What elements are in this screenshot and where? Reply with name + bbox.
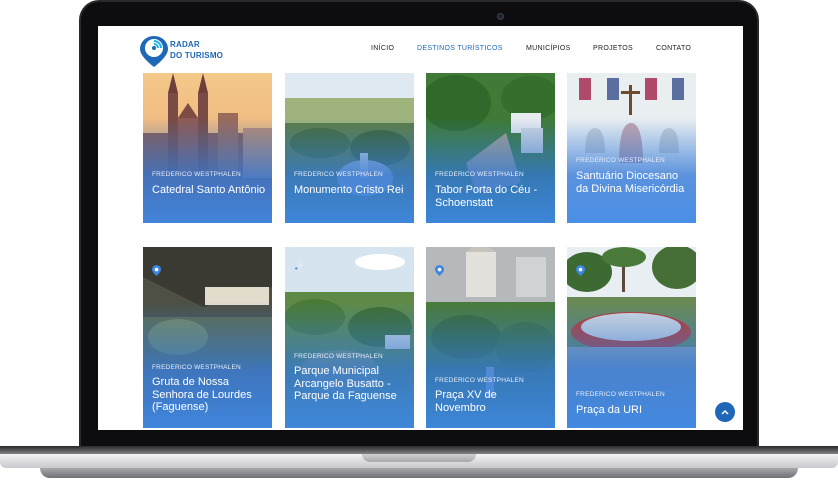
destination-card[interactable]: FREDERICO WESTPHALEN Santuário Diocesano…: [567, 73, 696, 223]
map-pin-icon: [152, 265, 161, 276]
destination-card[interactable]: FREDERICO WESTPHALEN Tabor Porta do Céu …: [426, 73, 555, 223]
laptop-mockup: FREDERICO WESTPHALEN Catedral Santo Antô…: [0, 0, 838, 481]
route-icon: [295, 263, 303, 270]
destination-card[interactable]: FREDERICO WESTPHALEN Praça XV de Novembr…: [426, 247, 555, 428]
card-title[interactable]: Tabor Porta do Céu - Schoenstatt: [435, 184, 549, 209]
nav-link-contato[interactable]: CONTATO: [656, 45, 691, 52]
map-pin-icon: [576, 265, 585, 276]
brand-name[interactable]: RADAR DO TURISMO: [170, 39, 223, 61]
destination-card[interactable]: FREDERICO WESTPHALEN Praça da URI: [567, 247, 696, 428]
browser-viewport: FREDERICO WESTPHALEN Catedral Santo Antô…: [98, 26, 743, 430]
radar-pin-logo-icon[interactable]: [138, 34, 170, 68]
camera-icon: [497, 13, 504, 20]
scroll-to-top-button[interactable]: [715, 402, 735, 422]
card-city: FREDERICO WESTPHALEN: [294, 353, 383, 360]
card-city: FREDERICO WESTPHALEN: [435, 377, 524, 384]
chevron-up-icon: [721, 409, 729, 415]
nav-link-municipios[interactable]: MUNICÍPIOS: [526, 45, 571, 52]
card-title[interactable]: Parque Municipal Arcangelo Busatto - Par…: [294, 365, 408, 403]
card-title[interactable]: Monumento Cristo Rei: [294, 184, 408, 197]
nav-link-inicio[interactable]: INÍCIO: [371, 45, 394, 52]
card-city: FREDERICO WESTPHALEN: [152, 171, 241, 178]
destinations-grid: FREDERICO WESTPHALEN Catedral Santo Antô…: [98, 26, 743, 430]
nav-link-destinos[interactable]: DESTINOS TURÍSTICOS: [417, 45, 503, 52]
map-pin-icon: [435, 265, 444, 276]
nav-link-projetos[interactable]: PROJETOS: [593, 45, 633, 52]
card-city: FREDERICO WESTPHALEN: [576, 391, 665, 398]
card-city: FREDERICO WESTPHALEN: [294, 171, 383, 178]
card-title[interactable]: Santuário Diocesano da Divina Misericórd…: [576, 170, 690, 195]
destination-card[interactable]: FREDERICO WESTPHALEN Catedral Santo Antô…: [143, 73, 272, 223]
card-city: FREDERICO WESTPHALEN: [435, 171, 524, 178]
card-title[interactable]: Praça XV de Novembro: [435, 389, 549, 414]
card-city: FREDERICO WESTPHALEN: [576, 157, 665, 164]
card-title[interactable]: Gruta de Nossa Senhora de Lourdes (Fague…: [152, 376, 266, 414]
card-title[interactable]: Catedral Santo Antônio: [152, 184, 266, 197]
card-city: FREDERICO WESTPHALEN: [152, 364, 241, 371]
destination-card[interactable]: FREDERICO WESTPHALEN Gruta de Nossa Senh…: [143, 247, 272, 428]
card-title[interactable]: Praça da URI: [576, 404, 690, 417]
brand-line-2: DO TURISMO: [170, 51, 224, 60]
destination-card[interactable]: FREDERICO WESTPHALEN Monumento Cristo Re…: [285, 73, 414, 223]
destination-card[interactable]: FREDERICO WESTPHALEN Parque Municipal Ar…: [285, 247, 414, 428]
brand-line-1: RADAR: [170, 40, 200, 49]
top-navbar: RADAR DO TURISMO INÍCIO DESTINOS TURÍSTI…: [98, 26, 743, 73]
laptop-base: [0, 446, 838, 481]
